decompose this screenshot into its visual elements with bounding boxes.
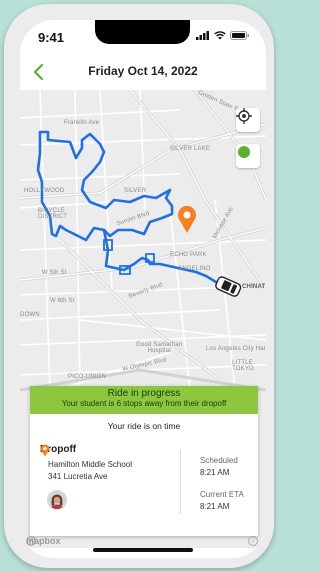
crosshair-icon — [236, 108, 252, 124]
signal-icon — [196, 31, 209, 40]
map-view[interactable]: Franklin Ave HOLLYWOOD BICYCLE DISTRICT … — [20, 90, 266, 548]
map-pin-icon[interactable] — [176, 204, 198, 234]
map-label: Good Samaritan Hospital — [136, 342, 183, 354]
map-label: W 6th St — [50, 298, 75, 304]
map-label: ECHO PARK — [170, 252, 207, 258]
header: Friday Oct 14, 2022 — [20, 56, 266, 90]
banner-subtitle: Your student is 6 stops away from their … — [61, 399, 227, 408]
status-time: 9:41 — [38, 30, 65, 45]
map-label: Los Angeles City Hal — [206, 346, 266, 352]
map-label: HOLLYWOOD — [24, 188, 65, 194]
map-label: BICYCLE DISTRICT — [38, 208, 68, 220]
screen: 9:41 Friday Oct 14, 2022 Franklin Ave HO… — [20, 20, 266, 558]
school-name: Hamilton Middle School — [48, 460, 133, 469]
info-icon[interactable]: i — [248, 536, 258, 546]
car-icon[interactable] — [212, 276, 244, 298]
map-label: LITTLE TOKYO — [232, 360, 254, 372]
map-label: DOWN — [20, 312, 40, 318]
locate-button[interactable] — [236, 108, 260, 132]
map-label: W 5th St — [42, 270, 67, 276]
school-address: 341 Lucretia Ave — [48, 472, 108, 481]
system-icons — [196, 31, 250, 40]
map-label: SILVER — [124, 188, 147, 194]
scheduled-time: 8:21 AM — [200, 468, 230, 477]
green-dot-icon — [238, 146, 250, 158]
page-title: Friday Oct 14, 2022 — [88, 64, 198, 78]
map-label: CHINAT — [242, 284, 266, 290]
phone-frame: 9:41 Friday Oct 14, 2022 Franklin Ave HO… — [4, 4, 274, 568]
mapbox-logo-icon — [26, 536, 36, 546]
layer-toggle-button[interactable] — [236, 144, 260, 168]
map-label: PICO-UNION — [68, 374, 106, 380]
banner-title: Ride in progress — [107, 388, 181, 399]
battery-icon — [230, 31, 249, 40]
map-label: SILVER LAKE — [170, 146, 211, 152]
ride-status-line: Your ride is on time — [107, 421, 181, 431]
avatar[interactable] — [47, 490, 67, 510]
card-divider — [180, 450, 181, 514]
eta-label: Current ETA — [200, 490, 244, 499]
ride-status-card[interactable]: Ride in progress Your student is 6 stops… — [30, 386, 258, 536]
scheduled-label: Scheduled — [200, 456, 238, 465]
map-label: Franklin Ave — [64, 120, 100, 126]
map-label: ANGELINO — [178, 266, 211, 272]
mapbox-attribution[interactable]: mapbox — [26, 536, 61, 546]
notch — [95, 20, 190, 44]
eta-time: 8:21 AM — [200, 502, 230, 511]
home-indicator — [93, 548, 193, 552]
wifi-icon — [214, 31, 226, 40]
dropoff-header: Dropoff — [40, 444, 76, 457]
ride-progress-banner: Ride in progress Your student is 6 stops… — [30, 386, 258, 414]
status-bar: 9:41 — [20, 20, 266, 56]
location-pin-icon — [40, 444, 50, 457]
